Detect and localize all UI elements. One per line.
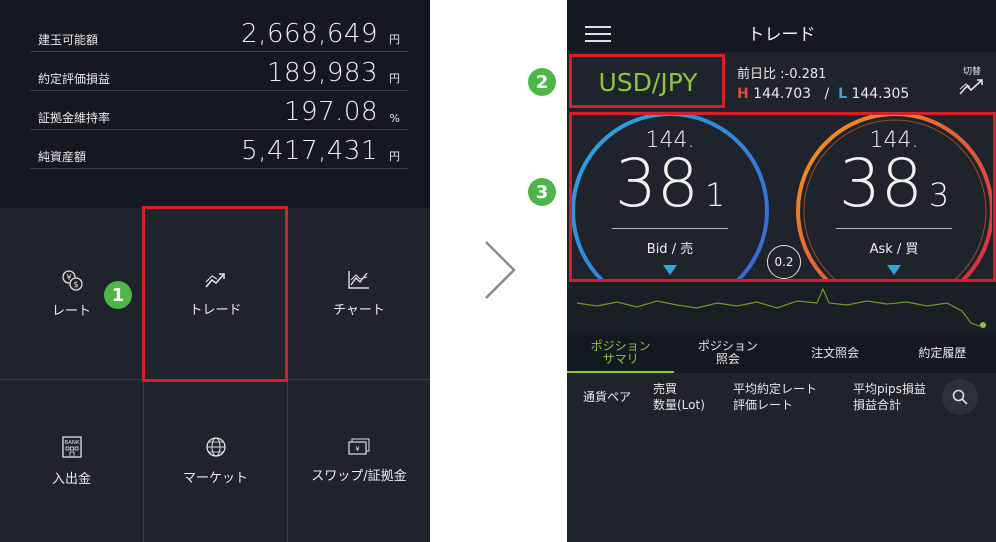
menu-label: 入出金 <box>51 472 91 487</box>
svg-text:BANK: BANK <box>64 440 80 446</box>
switch-label: 切替 <box>962 67 981 77</box>
account-row-margin-ratio: 証拠金維持率 197.08 % <box>30 96 408 130</box>
account-unit: 円 <box>389 33 400 46</box>
account-label: 純資産額 <box>38 150 87 164</box>
menu-chart[interactable]: チャート <box>288 208 430 380</box>
col-side-quantity: 売買 数量(Lot) <box>653 382 705 412</box>
switch-view-button[interactable]: 切替 <box>958 64 986 100</box>
bank-icon: BANK <box>61 435 83 464</box>
position-column-headers: 通貨ペア 売買 数量(Lot) 平均約定レート 評価レート 平均pips損益 損益合計 <box>567 373 996 423</box>
trade-screen: トレード USD/JPY 前日比 :-0.281 H 144.703 / L 1… <box>567 0 996 542</box>
trade-highlight-box <box>142 206 288 382</box>
day-change: 前日比 :-0.281 <box>737 63 826 82</box>
currency-exchange-icon: ¥ $ <box>61 269 83 296</box>
tick-chart <box>567 281 996 333</box>
globe-icon <box>205 436 227 463</box>
search-icon <box>952 389 968 405</box>
account-row-margin-available: 建玉可能額 2,668,649 円 <box>30 18 408 52</box>
search-button[interactable] <box>942 379 978 415</box>
account-value: 189,983 <box>266 58 378 88</box>
step-badge-1: 1 <box>104 281 132 309</box>
account-row-net-assets: 純資産額 5,417,431 円 <box>30 135 408 169</box>
account-unit: 円 <box>389 150 400 163</box>
position-tabs: ポジション サマリ ポジション 照会 注文照会 約定履歴 <box>567 333 996 373</box>
menu-label: マーケット <box>182 471 248 486</box>
account-row-valuation-pl: 約定評価損益 189,983 円 <box>30 57 408 91</box>
low-label: L <box>838 86 847 102</box>
day-change-label: 前日比 : <box>737 67 785 82</box>
high-low-separator: / <box>824 86 830 102</box>
quote-highlight-box <box>569 112 996 282</box>
step-badge-3: 3 <box>528 178 556 206</box>
account-label: 証拠金維持率 <box>38 111 111 125</box>
high-low: H 144.703 / L 144.305 <box>737 86 909 102</box>
tab-order-inquiry[interactable]: 注文照会 <box>782 333 889 373</box>
tab-position-inquiry[interactable]: ポジション 照会 <box>674 333 781 373</box>
account-value: 197.08 <box>284 97 378 127</box>
yen-note-icon: ¥ <box>347 438 371 461</box>
account-unit: 円 <box>389 72 400 85</box>
menu-swap-margin[interactable]: ¥ スワップ/証拠金 <box>288 380 430 542</box>
col-avg-rate: 平均約定レート 評価レート <box>733 382 818 412</box>
svg-text:$: $ <box>73 280 78 289</box>
tab-position-summary[interactable]: ポジション サマリ <box>567 333 674 373</box>
account-label: 建玉可能額 <box>38 33 99 47</box>
menu-deposit-withdraw[interactable]: BANK 入出金 <box>0 380 144 542</box>
high-label: H <box>737 86 749 102</box>
account-label: 約定評価損益 <box>38 72 111 86</box>
menu-label: スワップ/証拠金 <box>311 469 407 484</box>
col-currency-pair: 通貨ペア <box>583 390 632 404</box>
page-title: トレード <box>747 25 816 45</box>
app-header: トレード <box>567 0 996 52</box>
tab-execution-history[interactable]: 約定履歴 <box>889 333 996 373</box>
chart-icon <box>347 270 371 295</box>
low-value: 144.305 <box>851 86 910 102</box>
menu-market[interactable]: マーケット <box>144 380 288 542</box>
col-pips-pl: 平均pips損益 損益合計 <box>853 382 926 412</box>
account-unit: % <box>389 112 400 125</box>
menu-label: チャート <box>333 302 385 318</box>
trend-switch-icon <box>959 79 983 95</box>
svg-text:¥: ¥ <box>355 445 360 453</box>
step-badge-2: 2 <box>528 68 556 96</box>
pair-highlight-box <box>569 54 725 108</box>
day-change-value: -0.281 <box>784 67 827 82</box>
chevron-right-icon <box>485 241 516 299</box>
account-value: 2,668,649 <box>241 19 378 49</box>
high-value: 144.703 <box>753 86 812 102</box>
tick-chart-line <box>576 287 986 328</box>
menu-label: レート <box>51 303 91 319</box>
account-value: 5,417,431 <box>241 136 378 166</box>
account-panel: 建玉可能額 2,668,649 円 約定評価損益 189,983 円 証拠金維持… <box>0 0 430 542</box>
